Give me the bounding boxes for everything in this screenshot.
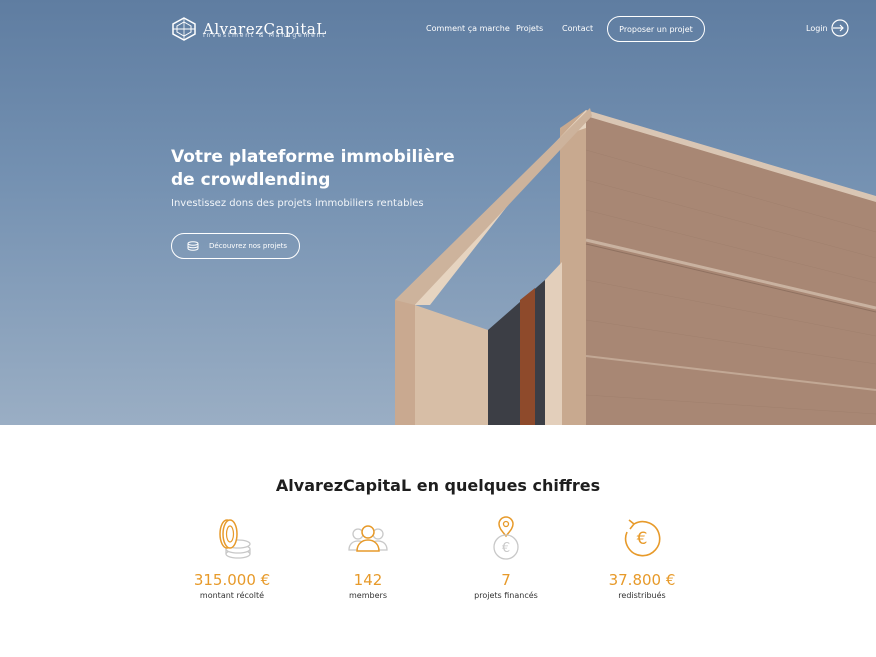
hero-subtitle: Investissez dons des projets immobiliers… xyxy=(171,198,424,209)
stat-label: montant récolté xyxy=(199,591,265,600)
nav-link-projects[interactable]: Projets xyxy=(516,24,543,33)
stat-value: 7 xyxy=(501,571,511,589)
users-icon xyxy=(348,525,388,552)
brand-tagline: Investment & Management xyxy=(203,32,327,39)
discover-projects-label: Découvrez nos projets xyxy=(209,242,288,250)
login-arrow-icon[interactable] xyxy=(831,19,849,37)
stat-value: 37.800 € xyxy=(608,571,676,589)
stat-label: members xyxy=(349,591,387,600)
stat-label: projets financés xyxy=(474,591,538,600)
stat-value: 315.000 € xyxy=(193,571,271,589)
svg-text:€: € xyxy=(637,529,648,549)
svg-text:€: € xyxy=(502,541,510,556)
hero-section: AlvarezCapitaL Investment & Management C… xyxy=(0,0,876,425)
discover-projects-button[interactable]: Découvrez nos projets xyxy=(171,233,300,259)
stats-title: AlvarezCapitaL en quelques chiffres xyxy=(275,476,601,495)
stat-value: 142 xyxy=(353,571,383,589)
location-euro-icon: € xyxy=(493,516,519,560)
stat-members: 142 members xyxy=(293,516,443,600)
euro-refresh-icon: € xyxy=(624,519,661,557)
propose-project-button[interactable]: Proposer un projet xyxy=(607,16,705,42)
nav-link-how-it-works[interactable]: Comment ça marche xyxy=(426,24,510,33)
stat-projects-funded: € 7 projets financés xyxy=(431,516,581,600)
building-photo xyxy=(395,108,876,425)
coins-icon xyxy=(219,519,251,559)
hero-title: Votre plateforme immobilière de crowdlen… xyxy=(171,147,455,190)
stat-amount-raised: 315.000 € montant récolté xyxy=(157,516,307,600)
nav-link-contact[interactable]: Contact xyxy=(562,24,593,33)
stat-redistributed: € 37.800 € redistribués xyxy=(567,516,717,600)
login-link[interactable]: Login xyxy=(806,24,828,33)
coins-stack-icon xyxy=(187,241,199,251)
stat-label: redistribués xyxy=(618,591,666,600)
